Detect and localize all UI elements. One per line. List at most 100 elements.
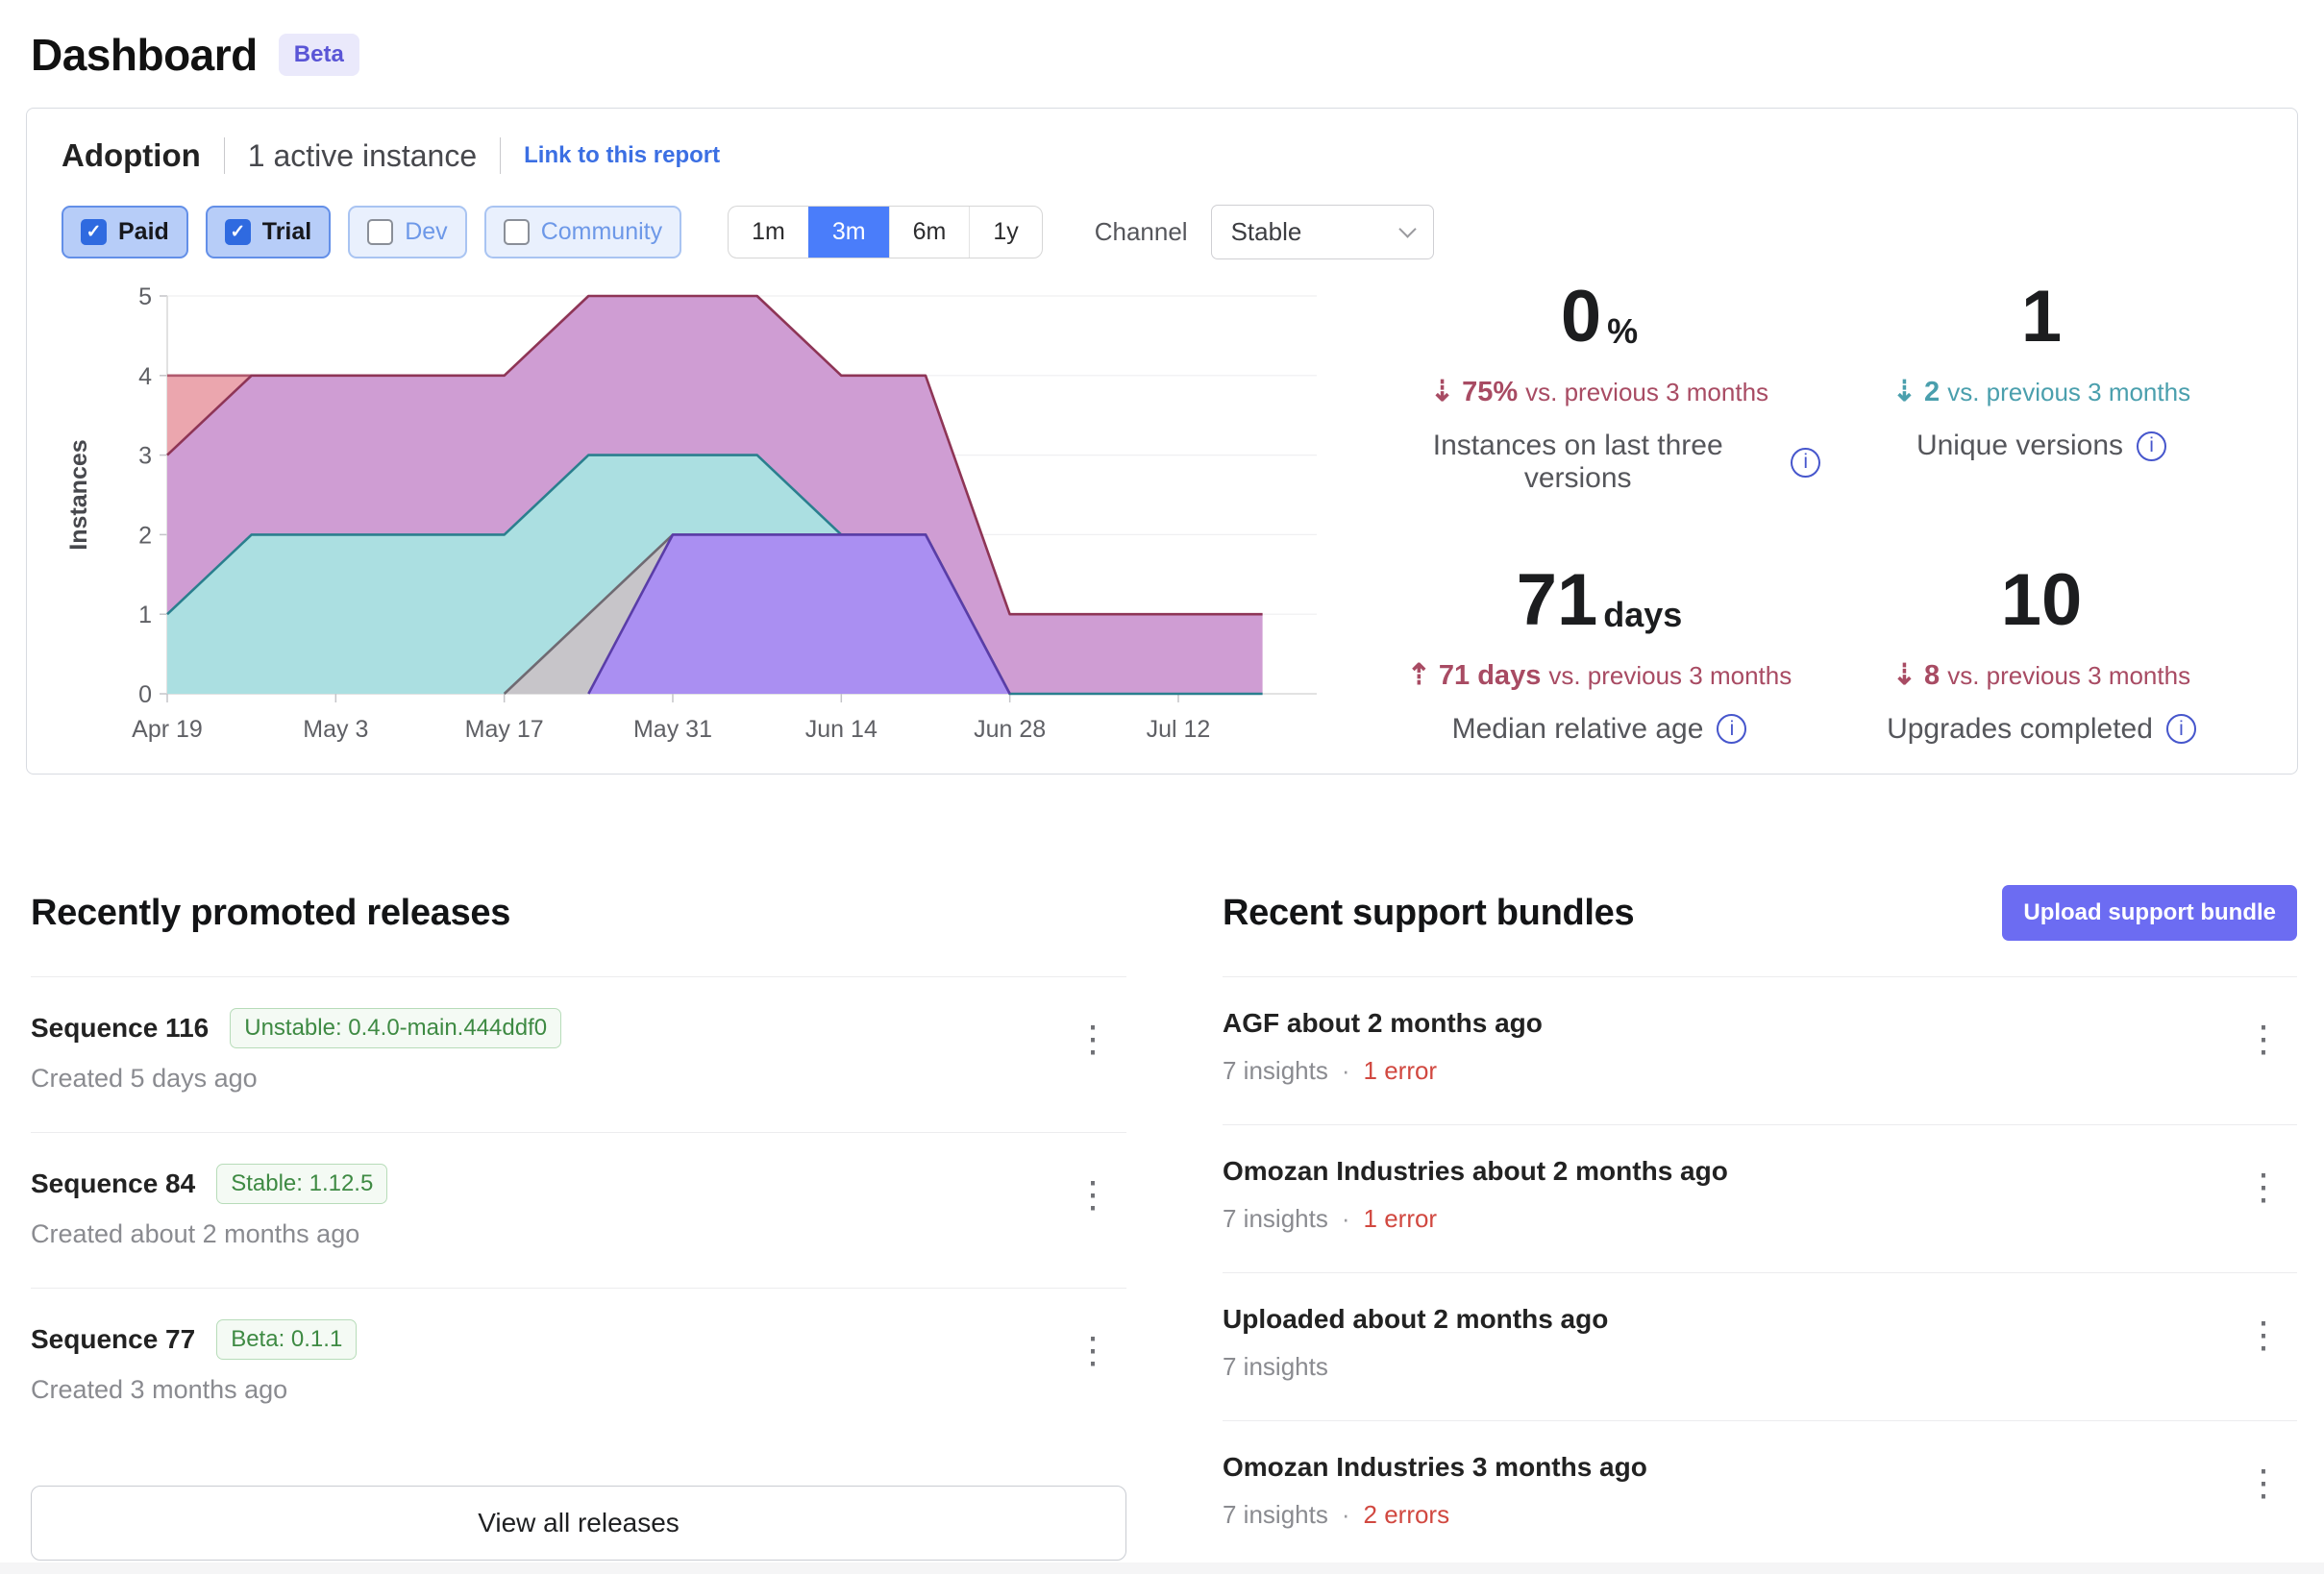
filter-chip-community[interactable]: Community (484, 206, 681, 258)
bundle-title: AGF about 2 months ago (1223, 1008, 1543, 1039)
svg-text:3: 3 (138, 443, 152, 470)
up-arrow-icon: ⇡ (1407, 659, 1431, 691)
stat-label-text: Unique versions (1916, 430, 2123, 462)
release-channel-badge: Stable: 1.12.5 (216, 1164, 387, 1204)
dot-separator: · (1342, 1204, 1350, 1234)
bundle-meta: 7 insights (1223, 1352, 1608, 1382)
svg-text:Apr 19: Apr 19 (132, 716, 203, 743)
svg-text:Jun 14: Jun 14 (805, 716, 878, 743)
bundles-section: Recent support bundles Upload support bu… (1223, 882, 2297, 1569)
release-row-content: Sequence 116 Unstable: 0.4.0-main.444ddf0… (31, 1008, 561, 1094)
info-icon[interactable]: i (2137, 431, 2166, 461)
bundle-row: Omozan Industries about 2 months ago 7 in… (1223, 1125, 2297, 1273)
lower-sections: Recently promoted releases Sequence 116 U… (31, 882, 2297, 1569)
kebab-menu-icon[interactable]: ⋮ (2236, 1312, 2291, 1360)
bundle-meta: 7 insights·1 error (1223, 1204, 1728, 1234)
kebab-menu-icon[interactable]: ⋮ (1065, 1171, 1121, 1219)
license-filter-chips: ✓ Paid ✓ Trial Dev Community (62, 206, 681, 258)
stat-unit: days (1603, 600, 1682, 633)
svg-text:2: 2 (138, 522, 152, 549)
bundle-row-content: AGF about 2 months ago7 insights·1 error (1223, 1008, 1543, 1086)
stat-delta-value: 8 (1924, 660, 1940, 691)
bundle-insights: 7 insights (1223, 1204, 1328, 1234)
stat-value: 1 (1820, 284, 2262, 350)
filter-chip-label: Trial (262, 218, 311, 246)
bundle-meta: 7 insights·2 errors (1223, 1500, 1647, 1530)
filter-chip-dev[interactable]: Dev (348, 206, 466, 258)
channel-select[interactable]: Stable (1211, 205, 1434, 259)
kebab-menu-icon[interactable]: ⋮ (1065, 1327, 1121, 1375)
channel-selected-value: Stable (1231, 217, 1302, 247)
checkbox-checked-icon: ✓ (81, 219, 107, 245)
stat-label: Unique versions i (1820, 430, 2262, 462)
bundle-errors: 1 error (1364, 1056, 1438, 1086)
stat-value: 0% (1378, 284, 1820, 350)
release-created: Created 3 months ago (31, 1375, 357, 1405)
stat-label: Upgrades completedi (1820, 713, 2262, 746)
info-icon[interactable]: i (1717, 714, 1746, 744)
upload-support-bundle-button[interactable]: Upload support bundle (2002, 885, 2297, 941)
release-name: Sequence 84 (31, 1168, 195, 1199)
release-name: Sequence 116 (31, 1013, 209, 1044)
release-created: Created 5 days ago (31, 1064, 561, 1094)
bundles-heading: Recent support bundles (1223, 893, 1634, 934)
svg-text:Instances: Instances (65, 439, 92, 550)
adoption-stats: 0%⇣75%vs. previous 3 monthsInstances on … (1340, 277, 2262, 762)
stat-upgrades-completed: 10 ⇣8vs. previous 3 months Upgrades comple… (1820, 568, 2262, 763)
filter-chip-label: Paid (118, 218, 169, 246)
range-3m[interactable]: 3m (808, 207, 889, 258)
stat-number: 1 (2021, 284, 2062, 350)
bundle-row: Omozan Industries 3 months ago 7 insights… (1223, 1421, 2297, 1569)
stat-label: Instances on last three versions i (1378, 430, 1820, 495)
range-1y[interactable]: 1y (969, 207, 1041, 258)
svg-text:Jun 28: Jun 28 (974, 716, 1046, 743)
stat-number: 71 (1517, 568, 1598, 633)
stat-label-text: Instances on last three versions (1378, 430, 1777, 495)
filter-chip-trial[interactable]: ✓ Trial (206, 206, 331, 258)
kebab-menu-icon[interactable]: ⋮ (2236, 1016, 2291, 1064)
range-1m[interactable]: 1m (729, 207, 808, 258)
stat-delta-value: 71 days (1439, 660, 1541, 691)
stat-unit: % (1607, 316, 1638, 350)
range-6m[interactable]: 6m (889, 207, 970, 258)
divider (224, 137, 225, 174)
kebab-menu-icon[interactable]: ⋮ (2236, 1164, 2291, 1212)
svg-text:Jul 12: Jul 12 (1147, 716, 1211, 743)
stat-delta: ⇡71 daysvs. previous 3 months (1378, 658, 1820, 692)
filter-chip-label: Dev (405, 218, 447, 246)
adoption-card: Adoption 1 active instance Link to this … (26, 108, 2298, 775)
stat-number: 10 (2001, 568, 2083, 633)
kebab-menu-icon[interactable]: ⋮ (1065, 1016, 1121, 1064)
stat-value: 71days (1378, 568, 1820, 633)
bundle-title: Omozan Industries about 2 months ago (1223, 1156, 1728, 1187)
filter-chip-paid[interactable]: ✓ Paid (62, 206, 188, 258)
adoption-controls: ✓Paid✓TrialDevCommunity 1m3m6m1y Channel… (62, 205, 2262, 259)
bundle-list: AGF about 2 months ago 7 insights · 1 error… (1223, 977, 2297, 1569)
stat-delta: ⇣75%vs. previous 3 months (1378, 375, 1820, 408)
dot-separator: · (1342, 1500, 1350, 1530)
bundle-title: Omozan Industries 3 months ago (1223, 1452, 1647, 1483)
checkbox-checked-icon: ✓ (225, 219, 251, 245)
stat-delta-suffix: vs. previous 3 months (1947, 378, 2190, 406)
bundle-title: Uploaded about 2 months ago (1223, 1304, 1608, 1335)
releases-heading: Recently promoted releases (31, 893, 510, 934)
stat-label-text: Median relative age (1452, 713, 1704, 746)
view-all-releases-button[interactable]: View all releases (31, 1486, 1126, 1561)
kebab-menu-icon[interactable]: ⋮ (2236, 1460, 2291, 1508)
page-title: Dashboard (31, 29, 258, 81)
stat-unique-versions: 1 ⇣ 2vs. previous 3 months Unique versions i (1820, 284, 2262, 512)
adoption-chart: 012345Apr 19May 3May 17May 31Jun 14Jun 2… (62, 277, 1340, 762)
stat-delta-value: 2 (1924, 377, 1940, 407)
link-to-this-report[interactable]: Link to this report (524, 142, 720, 169)
dot-separator: · (1342, 1056, 1350, 1086)
info-icon[interactable]: i (2166, 714, 2196, 744)
stat-delta: ⇣8vs. previous 3 months (1820, 658, 2262, 692)
adoption-card-header: Adoption 1 active instance Link to this … (62, 137, 2262, 174)
stat-delta-value: 75% (1462, 377, 1518, 407)
svg-text:4: 4 (138, 363, 152, 390)
stat-number: 0 (1561, 284, 1601, 350)
info-icon[interactable]: i (1791, 448, 1820, 478)
down-arrow-icon: ⇣ (1892, 376, 1916, 407)
release-channel-badge: Unstable: 0.4.0-main.444ddf0 (230, 1008, 561, 1048)
beta-badge: Beta (279, 34, 359, 76)
